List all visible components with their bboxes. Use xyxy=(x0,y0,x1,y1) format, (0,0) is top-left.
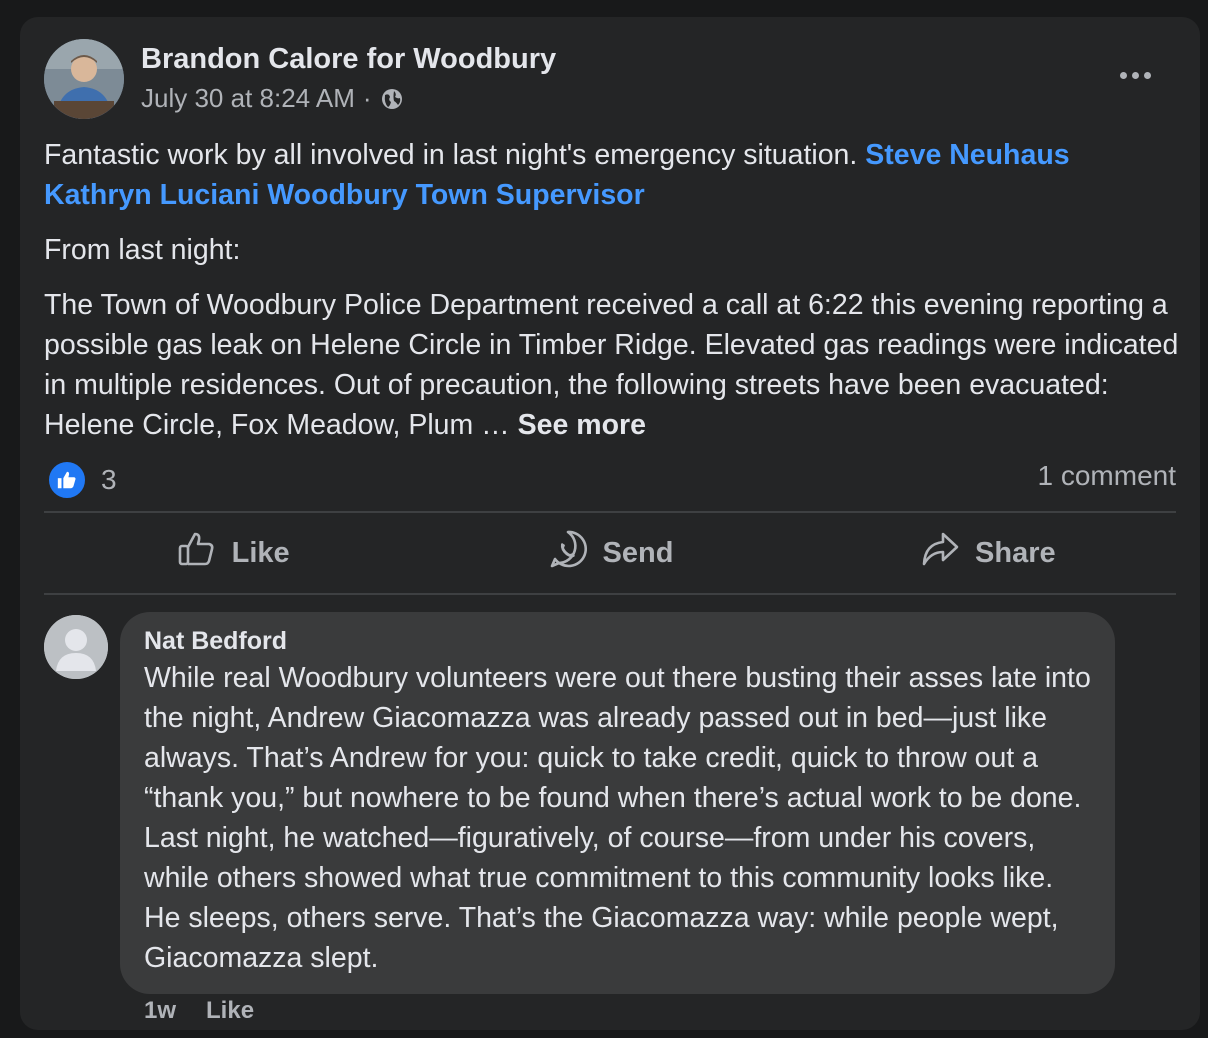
reaction-count: 3 xyxy=(101,464,117,495)
mention-kathryn-luciani[interactable]: Kathryn Luciani xyxy=(44,179,259,211)
comment-like-button[interactable]: Like xyxy=(206,997,254,1025)
commenter-avatar[interactable] xyxy=(44,615,108,679)
messenger-icon xyxy=(547,528,589,578)
post-meta: July 30 at 8:24 AM · xyxy=(141,83,404,114)
author-name[interactable]: Brandon Calore for Woodbury xyxy=(141,43,556,76)
comment-text: While real Woodbury volunteers were out … xyxy=(144,662,1091,974)
post-body: The Town of Woodbury Police Department r… xyxy=(44,285,1179,445)
comment-count[interactable]: 1 comment xyxy=(1038,460,1177,492)
like-label: Like xyxy=(231,536,290,569)
divider-bottom xyxy=(44,593,1176,595)
more-options-icon[interactable] xyxy=(1120,65,1160,85)
comment-bubble: Nat Bedford While real Woodbury voluntee… xyxy=(120,612,1115,994)
post-timestamp[interactable]: July 30 at 8:24 AM xyxy=(141,83,355,114)
commenter-name[interactable]: Nat Bedford xyxy=(144,624,1091,658)
post-intro-text: Fantastic work by all involved in last n… xyxy=(44,139,858,171)
share-arrow-icon xyxy=(919,528,961,578)
send-label: Send xyxy=(602,536,674,569)
thumbs-up-icon xyxy=(176,528,218,578)
meta-separator: · xyxy=(362,83,372,113)
reaction-summary[interactable]: 3 xyxy=(47,460,117,500)
divider-top xyxy=(44,511,1176,513)
post-card: Brandon Calore for Woodbury July 30 at 8… xyxy=(20,17,1200,1030)
see-more-link[interactable]: See more xyxy=(518,409,646,441)
share-button[interactable]: Share xyxy=(799,515,1176,591)
globe-icon xyxy=(380,87,404,111)
mention-steve-neuhaus[interactable]: Steve Neuhaus xyxy=(865,139,1069,171)
mention-woodbury-town-supervisor[interactable]: Woodbury Town Supervisor xyxy=(267,179,644,211)
like-button[interactable]: Like xyxy=(44,515,421,591)
post-from-label: From last night: xyxy=(44,234,241,266)
post-intro: Fantastic work by all involved in last n… xyxy=(44,135,1179,215)
comment-footer: 1w Like xyxy=(144,997,254,1025)
share-label: Share xyxy=(975,536,1056,569)
thumbs-up-reaction-icon xyxy=(47,460,87,500)
comment-age[interactable]: 1w xyxy=(144,997,176,1025)
send-button[interactable]: Send xyxy=(421,515,798,591)
author-avatar[interactable] xyxy=(44,39,124,119)
action-bar: Like Send Share xyxy=(44,515,1176,591)
